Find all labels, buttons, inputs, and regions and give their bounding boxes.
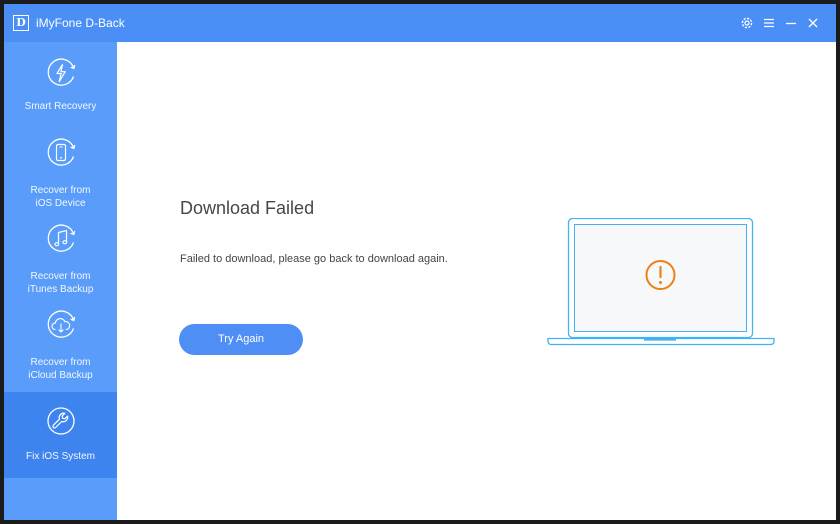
sidebar-item-ios-device[interactable]: Recover from iOS Device (4, 122, 117, 209)
gear-icon[interactable] (737, 13, 757, 33)
close-icon[interactable] (803, 13, 823, 33)
sidebar-item-label: Recover from iCloud Backup (28, 357, 93, 381)
cloud-download-refresh-icon (44, 308, 78, 342)
page-title: Download Failed (180, 198, 315, 218)
minimize-icon[interactable] (781, 13, 801, 33)
sidebar-item-label: Recover from iOS Device (30, 185, 91, 209)
sidebar-item-icloud-backup[interactable]: Recover from iCloud Backup (4, 294, 117, 392)
sidebar: Smart Recovery Recover from iOS Device R… (4, 42, 117, 520)
sidebar-item-smart-recovery[interactable]: Smart Recovery (4, 42, 117, 122)
sidebar-item-label: Fix iOS System (26, 451, 95, 462)
laptop-warning-icon (547, 217, 775, 353)
app-logo: D (13, 15, 29, 31)
wrench-icon (44, 404, 78, 438)
error-message: Failed to download, please go back to do… (180, 253, 448, 265)
sidebar-item-itunes-backup[interactable]: Recover from iTunes Backup (4, 208, 117, 295)
try-again-button[interactable]: Try Again (179, 324, 303, 355)
app-window: D iMyFone D-Back Smart Recovery Recover … (4, 4, 836, 520)
main-content: Download Failed Failed to download, plea… (117, 42, 836, 520)
app-title: iMyFone D-Back (36, 16, 125, 30)
phone-refresh-icon (44, 136, 78, 170)
title-bar: D iMyFone D-Back (4, 4, 836, 42)
menu-icon[interactable] (759, 13, 779, 33)
music-refresh-icon (44, 222, 78, 256)
sidebar-item-label: Recover from iTunes Backup (27, 271, 94, 295)
lightning-refresh-icon (44, 56, 78, 90)
sidebar-item-label: Smart Recovery (24, 101, 97, 112)
sidebar-item-fix-ios-system[interactable]: Fix iOS System (4, 392, 117, 478)
